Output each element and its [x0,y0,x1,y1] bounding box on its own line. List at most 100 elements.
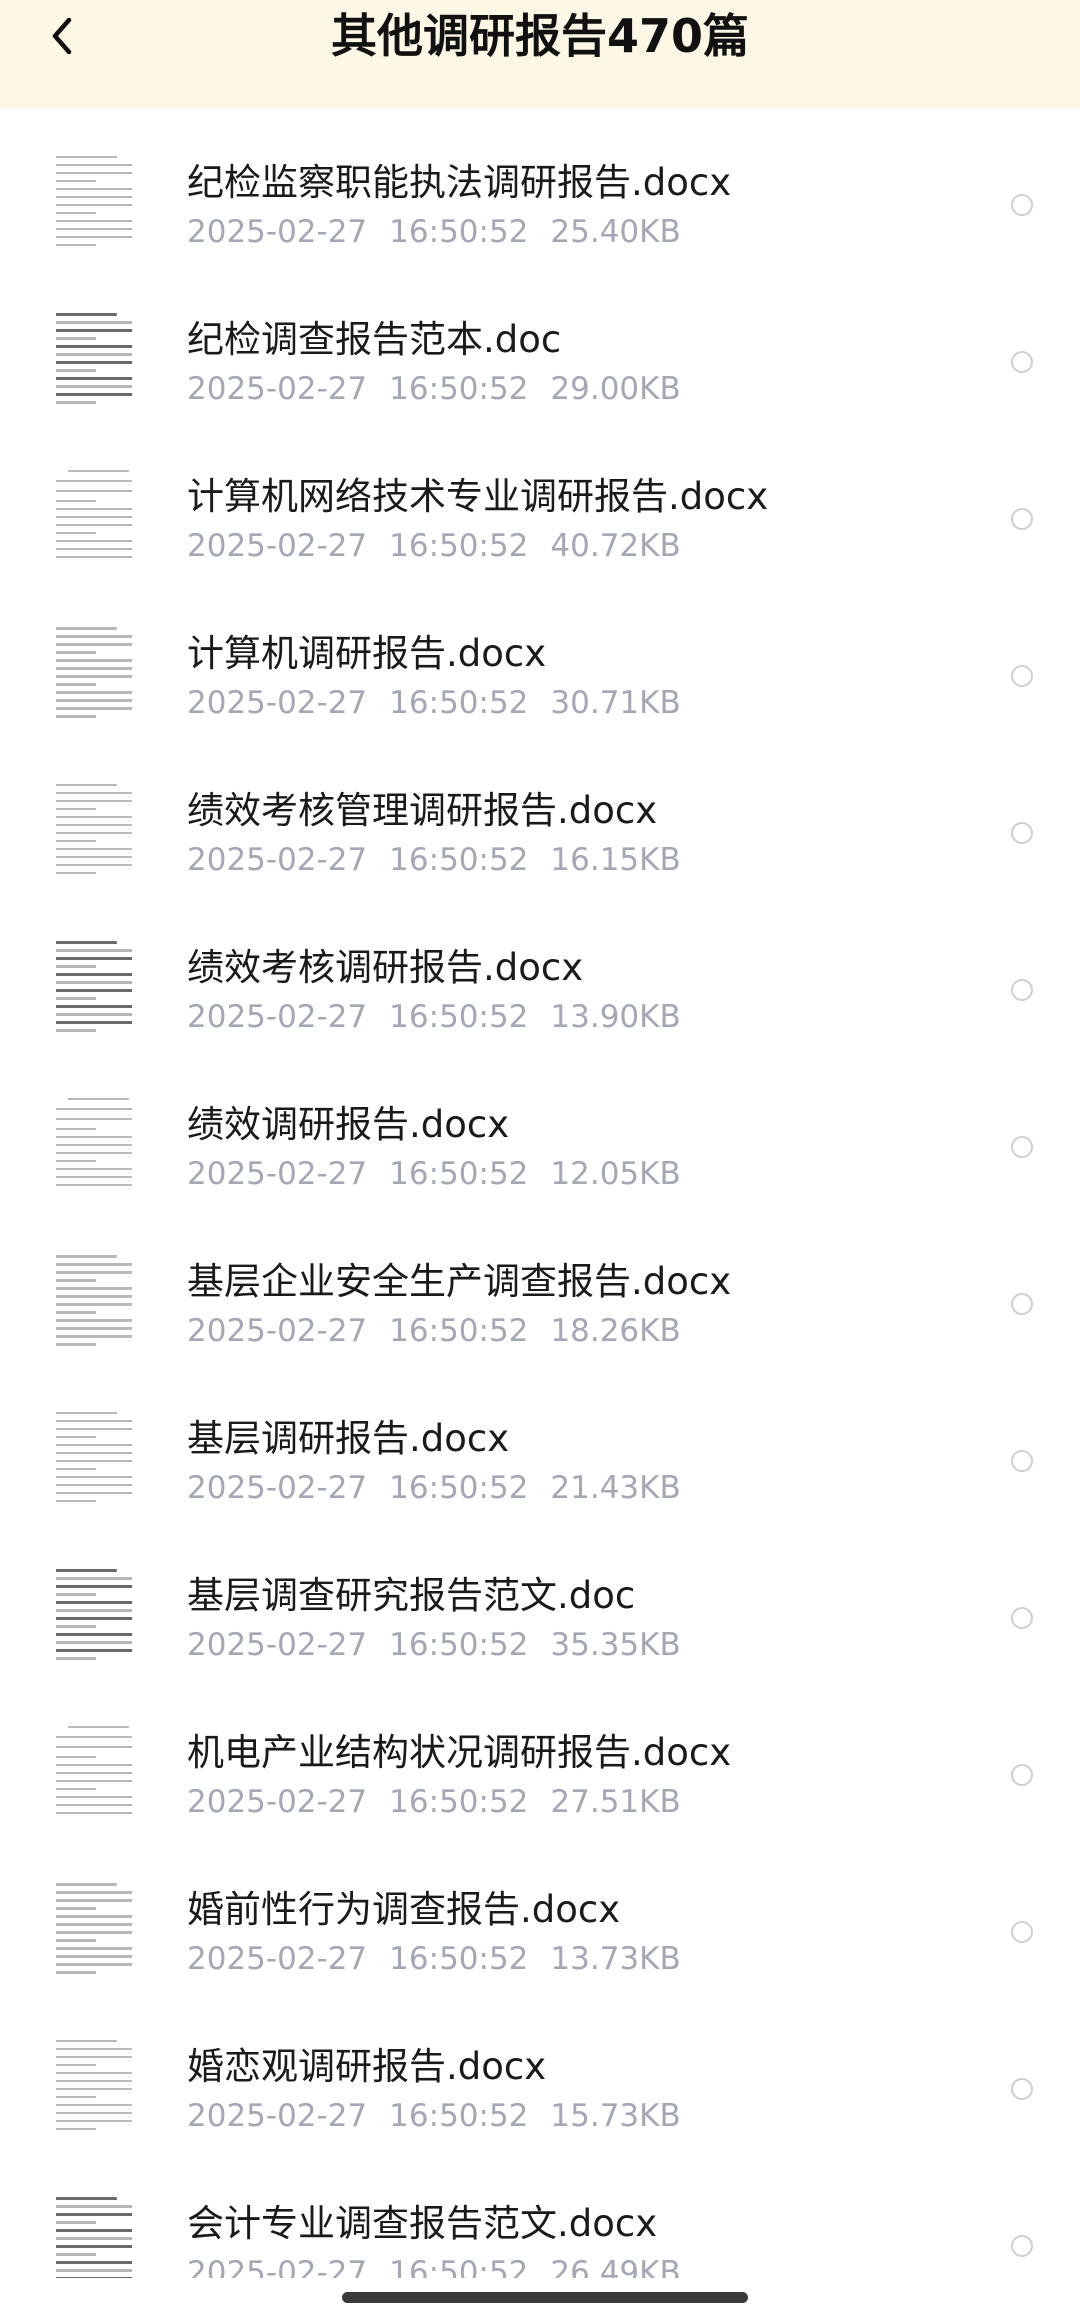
document-icon [56,2040,132,2130]
file-list[interactable]: 纪检监察职能执法调研报告.docx 2025-02-27 16:50:52 25.40… [0,108,1080,2278]
document-icon [56,627,132,718]
document-thumbnail [52,1249,136,1349]
document-thumbnail [52,935,136,1035]
document-thumbnail [52,150,136,250]
document-thumbnail [52,307,136,407]
file-size: 13.90KB [550,999,681,1035]
file-name: 基层企业安全生产调查报告.docx [187,1260,732,1303]
file-date: 2025-02-27 [187,2255,368,2278]
select-radio[interactable] [1011,1293,1033,1315]
file-list-item[interactable]: 婚前性行为调查报告.docx 2025-02-27 16:50:52 13.73KB [0,1835,1080,1992]
file-time: 16:50:52 [389,685,529,721]
file-time: 16:50:52 [389,1470,529,1506]
select-radio[interactable] [1011,1921,1033,1943]
document-icon [56,941,132,1032]
select-radio[interactable] [1011,1607,1033,1629]
file-size: 13.73KB [550,1941,681,1977]
file-size: 30.71KB [550,685,681,721]
select-radio[interactable] [1011,194,1033,216]
file-name: 机电产业结构状况调研报告.docx [187,1731,732,1774]
document-icon [56,1569,132,1660]
file-date: 2025-02-27 [187,371,368,407]
select-radio[interactable] [1011,1136,1033,1158]
file-size: 12.05KB [550,1156,681,1192]
file-name: 绩效调研报告.docx [187,1103,510,1146]
file-list-item[interactable]: 婚恋观调研报告.docx 2025-02-27 16:50:52 15.73KB [0,1992,1080,2149]
file-list-item[interactable]: 基层企业安全生产调查报告.docx 2025-02-27 16:50:52 18.26… [0,1207,1080,1364]
select-radio[interactable] [1011,979,1033,1001]
select-radio[interactable] [1011,665,1033,687]
file-list-item[interactable]: 基层调查研究报告范文.doc 2025-02-27 16:50:52 35.35KB [0,1521,1080,1678]
file-size: 35.35KB [550,1627,681,1663]
select-radio[interactable] [1011,351,1033,373]
file-meta: 2025-02-27 16:50:52 30.71KB [187,683,703,723]
file-time: 16:50:52 [389,1627,529,1663]
home-indicator[interactable] [342,2292,748,2303]
file-name: 基层调研报告.docx [187,1417,510,1460]
file-meta: 2025-02-27 16:50:52 15.73KB [187,2096,703,2136]
top-bar: 其他调研报告470篇 [0,0,1080,108]
file-meta: 2025-02-27 16:50:52 16.15KB [187,840,703,880]
document-thumbnail [52,2191,136,2278]
file-meta: 2025-02-27 16:50:52 26.49KB [187,2253,703,2278]
file-list-item[interactable]: 会计专业调查报告范文.docx 2025-02-27 16:50:52 26.49KB [0,2149,1080,2278]
file-size: 18.26KB [550,1313,681,1349]
select-radio[interactable] [1011,1764,1033,1786]
file-meta: 2025-02-27 16:50:52 18.26KB [187,1311,703,1351]
file-time: 16:50:52 [389,528,529,564]
file-meta: 2025-02-27 16:50:52 40.72KB [187,526,703,566]
file-date: 2025-02-27 [187,1470,368,1506]
file-date: 2025-02-27 [187,842,368,878]
file-name: 绩效考核管理调研报告.docx [187,789,658,832]
file-meta: 2025-02-27 16:50:52 12.05KB [187,1154,703,1194]
file-list-item[interactable]: 绩效考核管理调研报告.docx 2025-02-27 16:50:52 16.15KB [0,736,1080,893]
document-thumbnail [52,464,136,566]
document-icon [56,1098,132,1194]
file-meta: 2025-02-27 16:50:52 13.90KB [187,997,703,1037]
file-meta: 2025-02-27 16:50:52 13.73KB [187,1939,703,1979]
file-name: 纪检监察职能执法调研报告.docx [187,161,732,204]
file-date: 2025-02-27 [187,1156,368,1192]
file-time: 16:50:52 [389,214,529,250]
select-radio[interactable] [1011,822,1033,844]
file-date: 2025-02-27 [187,1784,368,1820]
file-list-item[interactable]: 纪检调查报告范本.doc 2025-02-27 16:50:52 29.00KB [0,265,1080,422]
file-date: 2025-02-27 [187,2098,368,2134]
page-title: 其他调研报告470篇 [330,9,750,63]
file-meta: 2025-02-27 16:50:52 29.00KB [187,369,703,409]
file-size: 26.49KB [550,2255,681,2278]
select-radio[interactable] [1011,2235,1033,2257]
document-icon [56,784,132,874]
document-icon [56,1412,132,1502]
file-list-item[interactable]: 绩效考核调研报告.docx 2025-02-27 16:50:52 13.90KB [0,893,1080,1050]
file-date: 2025-02-27 [187,685,368,721]
file-time: 16:50:52 [389,1156,529,1192]
file-date: 2025-02-27 [187,1313,368,1349]
file-list-item[interactable]: 机电产业结构状况调研报告.docx 2025-02-27 16:50:52 27.51… [0,1678,1080,1835]
file-list-item[interactable]: 计算机网络技术专业调研报告.docx 2025-02-27 16:50:52 40.7… [0,422,1080,579]
file-meta: 2025-02-27 16:50:52 25.40KB [187,212,703,252]
file-list-item[interactable]: 基层调研报告.docx 2025-02-27 16:50:52 21.43KB [0,1364,1080,1521]
file-list-item[interactable]: 纪检监察职能执法调研报告.docx 2025-02-27 16:50:52 25.40… [0,108,1080,265]
file-size: 27.51KB [550,1784,681,1820]
select-radio[interactable] [1011,1450,1033,1472]
document-thumbnail [52,1563,136,1663]
file-list-item[interactable]: 计算机调研报告.docx 2025-02-27 16:50:52 30.71KB [0,579,1080,736]
file-time: 16:50:52 [389,1784,529,1820]
document-thumbnail [52,621,136,721]
document-thumbnail [52,1092,136,1194]
file-time: 16:50:52 [389,999,529,1035]
file-meta: 2025-02-27 16:50:52 27.51KB [187,1782,703,1822]
document-icon [56,1726,132,1822]
document-icon [56,2197,132,2278]
document-thumbnail [52,778,136,878]
file-list-item[interactable]: 绩效调研报告.docx 2025-02-27 16:50:52 12.05KB [0,1050,1080,1207]
document-icon [56,156,132,246]
document-thumbnail [52,1877,136,1977]
file-date: 2025-02-27 [187,528,368,564]
file-name: 计算机调研报告.docx [187,632,547,675]
file-time: 16:50:52 [389,2098,529,2134]
select-radio[interactable] [1011,2078,1033,2100]
select-radio[interactable] [1011,508,1033,530]
file-name: 计算机网络技术专业调研报告.docx [187,475,769,518]
